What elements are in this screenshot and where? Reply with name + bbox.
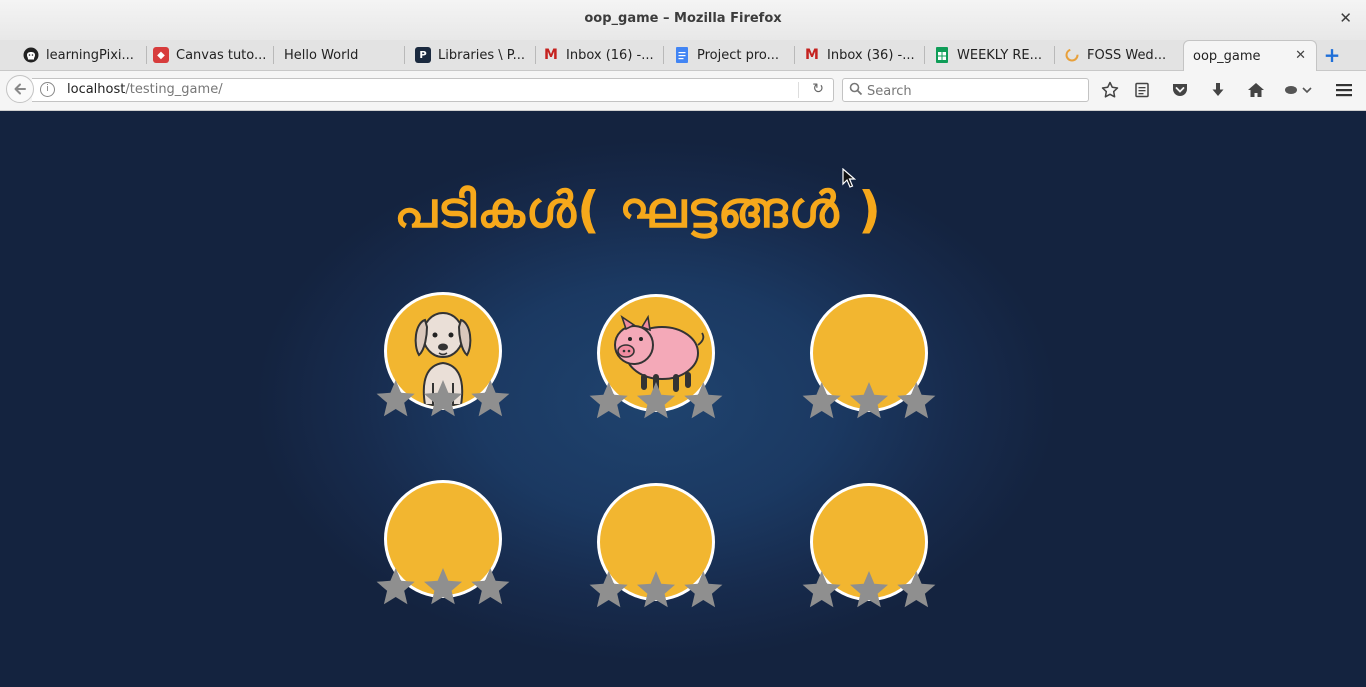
tab-close-icon[interactable]: ✕ xyxy=(1295,48,1306,63)
window-title: oop_game – Mozilla Firefox xyxy=(584,11,782,26)
star-empty-icon xyxy=(424,568,462,605)
url-path: /testing_game/ xyxy=(125,82,223,97)
window-close-icon[interactable]: ✕ xyxy=(1339,9,1352,27)
tab-strip: learningPixi... ◆ Canvas tuto... Hello W… xyxy=(0,40,1366,71)
tab-libraries[interactable]: P Libraries \ P... xyxy=(406,40,536,70)
rating-stars xyxy=(589,382,723,419)
levels-title: പടികൾ( ഘട്ടങ്ങൾ ) xyxy=(394,181,882,239)
github-icon xyxy=(23,47,39,63)
home-icon[interactable] xyxy=(1246,80,1266,100)
star-empty-icon xyxy=(897,571,936,608)
star-empty-icon xyxy=(802,571,841,608)
star-empty-icon xyxy=(850,571,888,608)
search-input[interactable] xyxy=(865,81,1084,101)
navigation-bar: i localhost/testing_game/ ↻ xyxy=(0,71,1366,111)
level-5-button[interactable] xyxy=(589,483,723,613)
tab-label: oop_game xyxy=(1193,48,1261,64)
tab-hello-world[interactable]: Hello World xyxy=(275,40,405,70)
star-empty-icon xyxy=(850,382,888,419)
tab-label: WEEKLY RE... xyxy=(957,47,1043,63)
tab-label: Hello World xyxy=(284,47,359,63)
gmail-icon: M xyxy=(805,47,819,63)
reload-icon[interactable]: ↻ xyxy=(812,81,824,97)
star-empty-icon xyxy=(424,380,462,417)
google-docs-icon xyxy=(674,47,690,63)
level-6-button[interactable] xyxy=(802,483,936,613)
bookmark-star-icon[interactable] xyxy=(1100,80,1120,100)
tab-foss-wednesday[interactable]: FOSS Wed... xyxy=(1055,40,1185,70)
gmail-icon: M xyxy=(544,47,558,63)
game-canvas[interactable]: പടികൾ( ഘട്ടങ്ങൾ ) xyxy=(0,111,1366,687)
star-empty-icon xyxy=(684,382,723,419)
star-empty-icon xyxy=(589,382,628,419)
tab-inbox-36[interactable]: M Inbox (36) -... xyxy=(795,40,925,70)
window-titlebar: oop_game – Mozilla Firefox ✕ xyxy=(0,0,1366,40)
new-tab-button[interactable]: + xyxy=(1322,45,1342,65)
tab-project-proposal[interactable]: Project pro... xyxy=(665,40,795,70)
tab-learningpixi[interactable]: learningPixi... xyxy=(14,40,147,70)
downloads-icon[interactable] xyxy=(1208,80,1228,100)
level-4-button[interactable] xyxy=(376,480,510,610)
tab-label: Canvas tuto... xyxy=(176,47,267,63)
pocket-icon[interactable] xyxy=(1170,80,1190,100)
level-3-button[interactable] xyxy=(802,294,936,424)
tab-label: learningPixi... xyxy=(46,47,134,63)
tab-label: FOSS Wed... xyxy=(1087,47,1167,63)
star-empty-icon xyxy=(376,380,415,417)
extension-dropdown-icon[interactable] xyxy=(1282,80,1316,100)
pixi-icon: P xyxy=(415,47,431,63)
search-icon xyxy=(849,82,863,96)
url-bar[interactable]: i localhost/testing_game/ ↻ xyxy=(32,78,834,102)
tab-weekly-report[interactable]: WEEKLY RE... xyxy=(925,40,1055,70)
search-box[interactable] xyxy=(842,78,1089,102)
star-empty-icon xyxy=(471,568,510,605)
back-button[interactable] xyxy=(6,75,34,103)
site-info-icon[interactable]: i xyxy=(40,82,55,97)
back-arrow-icon xyxy=(14,83,26,95)
tab-label: Libraries \ P... xyxy=(438,47,526,63)
url-host: localhost xyxy=(67,82,126,97)
tab-label: Project pro... xyxy=(697,47,780,63)
hamburger-menu-icon[interactable] xyxy=(1334,80,1354,100)
tab-label: Inbox (16) -... xyxy=(566,47,654,63)
rating-stars xyxy=(376,380,510,417)
mdn-dino-icon: ◆ xyxy=(153,47,169,63)
star-empty-icon xyxy=(637,382,675,419)
rating-stars xyxy=(589,571,723,608)
loading-icon xyxy=(1064,47,1080,63)
tab-inbox-16[interactable]: M Inbox (16) -... xyxy=(534,40,664,70)
tab-oop-game[interactable]: oop_game ✕ xyxy=(1183,40,1317,71)
star-empty-icon xyxy=(684,571,723,608)
mouse-cursor-icon xyxy=(842,168,856,188)
rating-stars xyxy=(376,568,510,605)
star-empty-icon xyxy=(637,571,675,608)
star-empty-icon xyxy=(376,568,415,605)
star-empty-icon xyxy=(471,380,510,417)
bookmarks-list-icon[interactable] xyxy=(1132,80,1152,100)
star-empty-icon xyxy=(802,382,841,419)
star-empty-icon xyxy=(589,571,628,608)
star-empty-icon xyxy=(897,382,936,419)
level-2-button[interactable] xyxy=(589,294,723,424)
url-text[interactable]: localhost/testing_game/ xyxy=(67,82,223,97)
google-sheets-icon xyxy=(934,47,950,63)
rating-stars xyxy=(802,571,936,608)
level-1-button[interactable] xyxy=(376,292,510,422)
tab-canvas-tutorial[interactable]: ◆ Canvas tuto... xyxy=(144,40,274,70)
tab-label: Inbox (36) -... xyxy=(827,47,915,63)
rating-stars xyxy=(802,382,936,419)
